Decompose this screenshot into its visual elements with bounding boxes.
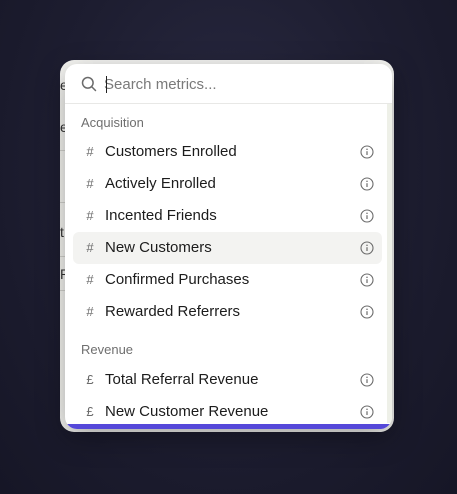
info-icon[interactable] [360,209,374,223]
search-bar [65,64,392,104]
metric-item-new-customers[interactable]: # New Customers [73,232,382,264]
metric-item-label: Actively Enrolled [105,175,216,192]
accent-bar [65,424,392,429]
metric-item-total-referral-revenue[interactable]: £ Total Referral Revenue [73,364,382,396]
metric-item-label: New Customer Revenue [105,403,269,420]
currency-type-icon: £ [86,404,94,419]
number-type-icon: # [86,176,94,191]
metric-item-confirmed-purchases[interactable]: # Confirmed Purchases [73,264,382,296]
metric-item-label: Customers Enrolled [105,143,237,160]
metric-picker-popover: Acquisition # Customers Enrolled # Activ… [65,64,392,429]
info-icon[interactable] [360,305,374,319]
metric-item-rewarded-referrers[interactable]: # Rewarded Referrers [73,296,382,328]
number-type-icon: # [86,272,94,287]
info-icon[interactable] [360,241,374,255]
popover-scroll-edge [387,104,392,423]
metric-item-actively-enrolled[interactable]: # Actively Enrolled [73,168,382,200]
number-type-icon: # [86,208,94,223]
metric-item-label: Confirmed Purchases [105,271,250,288]
info-icon[interactable] [360,273,374,287]
info-icon[interactable] [360,373,374,387]
group-label-revenue: Revenue [81,342,134,357]
currency-type-icon: £ [86,372,94,387]
info-icon[interactable] [360,177,374,191]
group-label-acquisition: Acquisition [81,115,144,130]
metric-item-incented-friends[interactable]: # Incented Friends [73,200,382,232]
search-input[interactable] [104,72,374,96]
info-icon[interactable] [360,145,374,159]
metric-item-label: New Customers [105,239,212,256]
metric-item-label: Incented Friends [105,207,217,224]
search-icon [81,76,97,92]
number-type-icon: # [86,304,94,319]
info-icon[interactable] [360,405,374,419]
metric-item-label: Rewarded Referrers [105,303,241,320]
text-caret [106,76,107,93]
number-type-icon: # [86,144,94,159]
metric-item-customers-enrolled[interactable]: # Customers Enrolled [73,136,382,168]
number-type-icon: # [86,240,94,255]
metric-item-label: Total Referral Revenue [105,371,259,388]
